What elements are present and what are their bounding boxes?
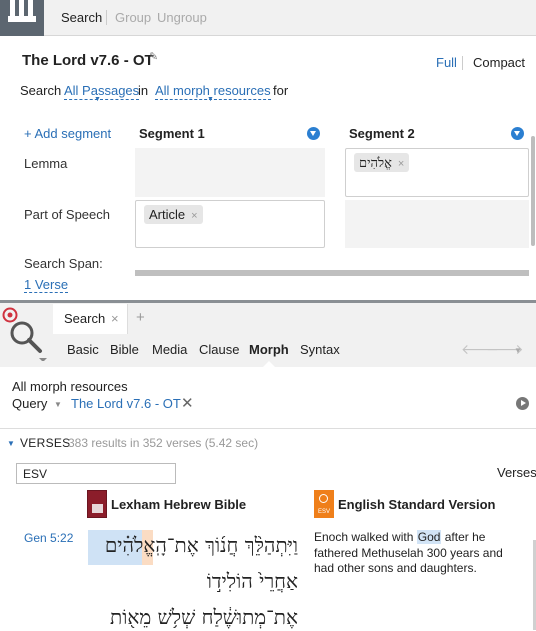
resources-caret-icon: ▼	[207, 96, 214, 103]
hebrew-verse-line[interactable]: אַחֲרֵי֙ הוֹלִיד֣וֹ	[88, 569, 298, 594]
search-span-slider[interactable]	[135, 270, 529, 276]
search-magnifier-icon[interactable]	[2, 305, 48, 361]
esv-text-before: Enoch walked with	[314, 530, 417, 544]
toolbar-divider	[106, 10, 107, 25]
tab-media[interactable]: Media	[152, 342, 187, 357]
query-value-link[interactable]: The Lord v7.6 - OT	[71, 396, 181, 411]
search-button[interactable]: Search	[61, 10, 102, 25]
results-summary: 383 results in 352 verses (5.42 sec)	[68, 436, 259, 450]
for-word-label: for	[273, 83, 289, 98]
resource-name-lhb[interactable]: Lexham Hebrew Bible	[111, 497, 246, 512]
close-tab-icon[interactable]: ×	[111, 311, 119, 326]
search-panel-logo-icon	[0, 0, 44, 36]
group-button[interactable]: Group	[115, 10, 151, 25]
passages-dropdown[interactable]: All Passages	[64, 83, 140, 100]
collapse-toggle-icon[interactable]: ▼	[7, 439, 15, 448]
search-toolbar: Search Group Ungroup	[0, 0, 536, 36]
lemma-token-label: אֱלֹהִים	[359, 156, 392, 171]
grouping-dropdown[interactable]: Verses	[497, 465, 536, 480]
esv-icon: ESV	[314, 490, 334, 518]
passages-caret-icon: ▼	[94, 96, 101, 103]
search-word-label: Search	[20, 83, 62, 98]
hebrew-verse-line[interactable]: אֶת־מְתוּשֶׁ֔לַח שְׁל֥שׁ מֵא֖וֹת	[88, 605, 298, 630]
view-compact-link[interactable]: Compact	[473, 55, 525, 70]
resource-name-esv[interactable]: English Standard Version	[338, 497, 495, 512]
segment-1-header: Segment 1	[139, 126, 205, 141]
results-filter-input[interactable]	[16, 463, 176, 484]
segment-2-header: Segment 2	[349, 126, 415, 141]
history-dropdown-icon[interactable]: ▼	[514, 346, 522, 355]
query-label: Query	[12, 396, 48, 411]
remove-token-icon[interactable]: ×	[398, 158, 404, 170]
lemma-row-label: Lemma	[24, 156, 68, 171]
tab-syntax[interactable]: Syntax	[300, 342, 340, 357]
remove-token-icon[interactable]: ×	[191, 210, 197, 222]
lexham-book-icon	[87, 490, 107, 518]
new-tab-icon[interactable]: +	[136, 309, 145, 326]
esv-icon-label: ESV	[317, 509, 330, 515]
verses-section-title: VERSES	[20, 436, 71, 450]
query-caret-icon[interactable]: ▼	[54, 400, 62, 409]
search-span-label: Search Span:	[24, 256, 103, 271]
lemma-token: אֱלֹהִים ×	[354, 153, 410, 172]
esv-verse-text[interactable]: Enoch walked with God after he fathered …	[314, 530, 519, 577]
tab-search-label: Search	[64, 311, 106, 326]
edit-pencil-icon[interactable]: ✎	[149, 50, 158, 63]
segment-1-menu-icon[interactable]	[307, 127, 320, 140]
segment-1-lemma-field[interactable]	[135, 148, 325, 197]
in-word-label: in	[138, 83, 149, 98]
results-resources-label[interactable]: All morph resources	[12, 379, 128, 394]
search-span-dropdown[interactable]: 1 Verse	[24, 277, 69, 293]
view-full-link[interactable]: Full	[436, 55, 457, 70]
segment-2-lemma-field[interactable]: אֱלֹהִים ×	[345, 148, 529, 197]
add-segment-button[interactable]: + Add segment	[24, 126, 111, 141]
verse-reference-link[interactable]: Gen 5:22	[24, 531, 73, 545]
tab-clause[interactable]: Clause	[199, 342, 239, 357]
query-title: The Lord v7.6 - OT	[22, 52, 154, 69]
vertical-scrollbar[interactable]	[531, 136, 535, 246]
pos-token: Article ×	[144, 205, 203, 224]
segment-2-pos-field[interactable]	[345, 200, 529, 248]
esv-match-highlight: God	[416, 530, 442, 544]
hebrew-verse-line[interactable]: וַיִּתְהַלֵּ֨ךְ חֲנ֜וֹךְ אֶת־הָֽאֱלֹהִ֗י…	[88, 533, 298, 558]
tab-morph[interactable]: Morph	[249, 342, 289, 357]
pos-token-label: Article	[149, 207, 186, 222]
tab-bible[interactable]: Bible	[110, 342, 139, 357]
part-of-speech-row-label: Part of Speech	[24, 207, 110, 222]
segment-1-pos-field[interactable]: Article ×	[135, 200, 325, 248]
run-search-icon[interactable]	[516, 397, 529, 410]
ungroup-button[interactable]: Ungroup	[157, 10, 207, 25]
clear-query-icon[interactable]: ✕	[181, 394, 194, 412]
tab-basic[interactable]: Basic	[67, 342, 99, 357]
view-divider	[462, 56, 463, 70]
segment-2-menu-icon[interactable]	[511, 127, 524, 140]
